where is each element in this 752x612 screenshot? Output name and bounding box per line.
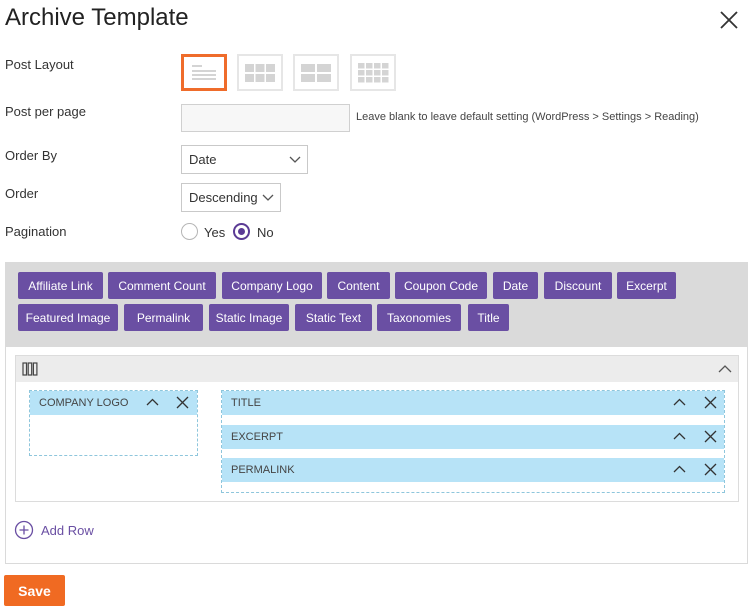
move-up-chevron-icon[interactable] [145,395,160,410]
field-button-discount[interactable]: Discount [544,272,612,299]
post-layout-label: Post Layout [5,57,74,72]
chevron-down-icon [289,156,301,163]
move-up-chevron-icon[interactable] [672,462,687,477]
layout-option-grid-3x4[interactable] [350,54,396,91]
grid-2x3-layout-icon [245,63,275,82]
order-label: Order [5,186,39,201]
save-button[interactable]: Save [4,575,65,606]
field-palette: Affiliate Link Comment Count Company Log… [5,262,748,346]
field-button-content[interactable]: Content [327,272,390,299]
order-value: Descending [189,190,258,205]
remove-x-icon[interactable] [703,429,718,444]
field-button-excerpt[interactable]: Excerpt [617,272,676,299]
builder-item-permalink[interactable]: Permalink [222,458,724,482]
field-button-taxonomies[interactable]: Taxonomies [377,304,461,331]
order-by-select[interactable]: Date [181,145,308,174]
plus-circle-icon [14,520,34,540]
remove-x-icon[interactable] [703,462,718,477]
move-up-chevron-icon[interactable] [672,429,687,444]
pagination-yes-radio[interactable] [181,223,198,240]
field-button-permalink[interactable]: Permalink [124,304,203,331]
pagination-no-label[interactable]: No [257,225,274,240]
chevron-down-icon [262,194,274,201]
pagination-no-radio[interactable] [233,223,250,240]
builder-row-header [16,356,738,382]
field-button-date[interactable]: Date [493,272,538,299]
field-button-company-logo[interactable]: Company Logo [222,272,322,299]
builder-item-label: Permalink [231,464,295,476]
remove-x-icon[interactable] [703,395,718,410]
layout-builder: Company Logo Title Excerpt Permalink [5,346,748,564]
post-per-page-label: Post per page [5,104,86,119]
dialog-title: Archive Template [5,4,189,31]
builder-item-title[interactable]: Title [222,391,724,415]
field-button-static-image[interactable]: Static Image [209,304,289,331]
builder-item-label: Title [231,397,261,409]
builder-column-left: Company Logo [29,390,198,456]
collapse-chevron-up-icon[interactable] [718,363,732,375]
builder-item-company-logo[interactable]: Company Logo [30,391,197,415]
post-per-page-hint: Leave blank to leave default setting (Wo… [356,111,699,123]
grid-3x4-layout-icon [358,62,389,82]
builder-column-right: Title Excerpt Permalink [221,390,725,493]
builder-item-excerpt[interactable]: Excerpt [222,425,724,449]
list-layout-icon [192,64,216,80]
layout-option-grid-2x3[interactable] [237,54,283,91]
builder-item-label: Company Logo [39,397,129,409]
move-up-chevron-icon[interactable] [672,395,687,410]
field-button-static-text[interactable]: Static Text [295,304,372,331]
close-icon[interactable] [717,8,741,32]
field-button-affiliate-link[interactable]: Affiliate Link [18,272,103,299]
post-per-page-input[interactable] [181,104,350,132]
order-select[interactable]: Descending [181,183,281,212]
order-by-label: Order By [5,148,58,163]
pagination-label: Pagination [5,224,67,239]
builder-row: Company Logo Title Excerpt Permalink [15,355,739,502]
columns-icon[interactable] [22,362,38,376]
builder-item-label: Excerpt [231,431,283,443]
layout-option-list[interactable] [181,54,227,91]
pagination-yes-label[interactable]: Yes [204,225,225,240]
grid-2x2-layout-icon [301,63,331,82]
field-button-comment-count[interactable]: Comment Count [108,272,216,299]
field-button-title[interactable]: Title [468,304,509,331]
order-by-value: Date [189,152,217,167]
field-button-coupon-code[interactable]: Coupon Code [395,272,487,299]
field-button-featured-image[interactable]: Featured Image [18,304,118,331]
remove-x-icon[interactable] [175,395,190,410]
add-row-button[interactable]: Add Row [14,520,94,540]
add-row-label: Add Row [41,522,94,538]
layout-option-grid-2x2[interactable] [293,54,339,91]
